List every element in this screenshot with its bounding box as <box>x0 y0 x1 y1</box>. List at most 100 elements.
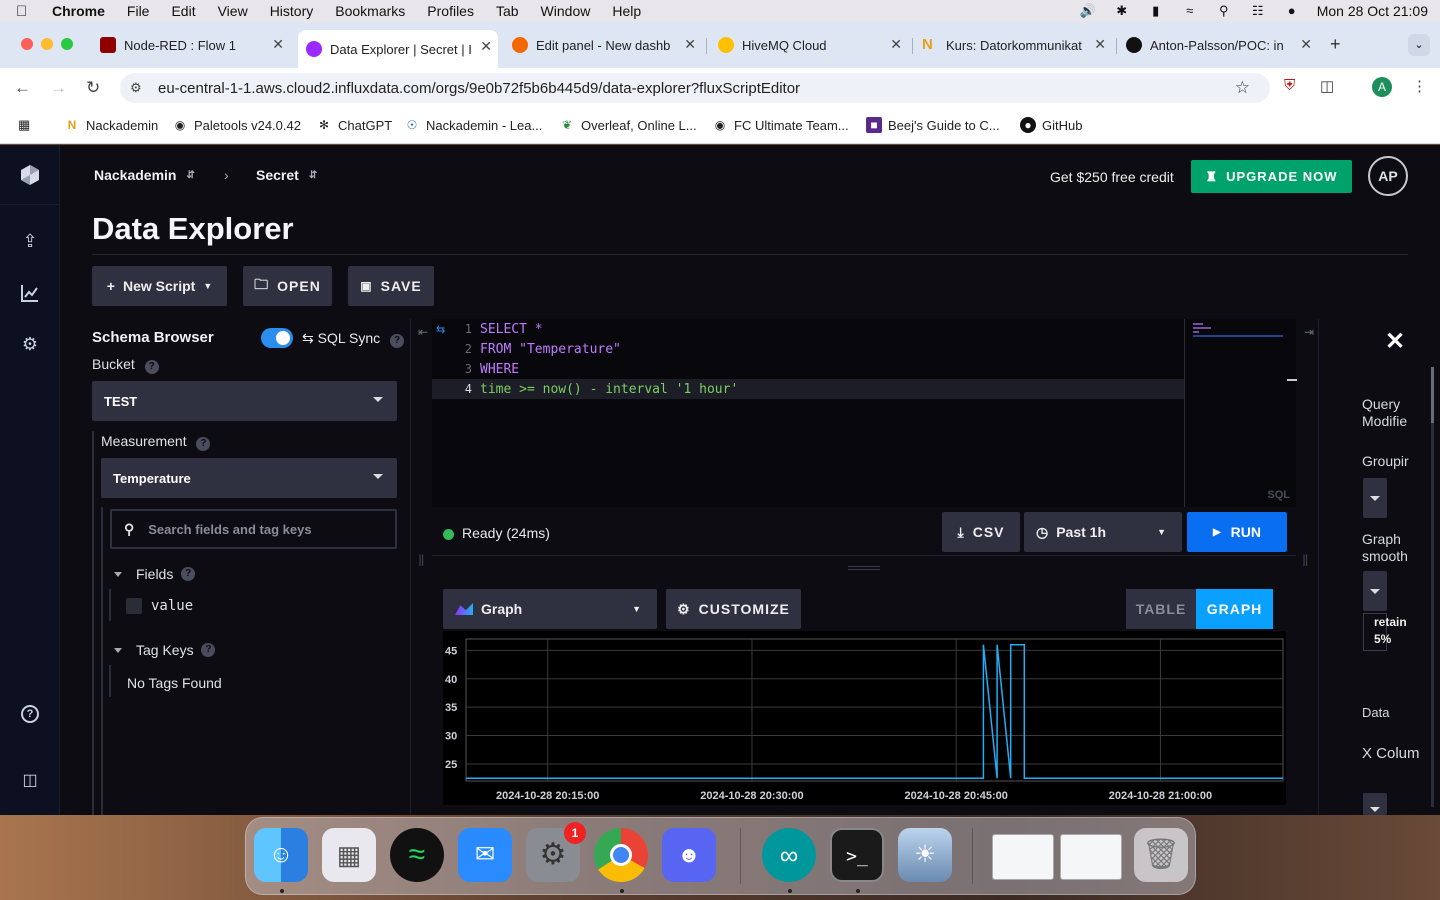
viz-type-dropdown[interactable]: Graph ▼ <box>443 589 657 629</box>
settings-gear-icon[interactable]: ⚙ <box>18 332 42 356</box>
site-info-icon[interactable]: ⚙ <box>130 80 152 96</box>
time-range-dropdown[interactable]: ◷ Past 1h ▼ <box>1024 512 1182 552</box>
menu-app-name[interactable]: Chrome <box>52 3 105 19</box>
spotlight-search-icon[interactable]: ⚲ <box>1215 4 1233 17</box>
mail-icon[interactable]: ✉ <box>458 828 512 882</box>
influx-logo-icon[interactable] <box>18 163 42 187</box>
code-line-4[interactable]: time >= now() - interval '1 hour' <box>480 382 738 397</box>
sql-editor[interactable]: ⇆ 1 2 3 4 SELECT * FROM "Temperature" WH… <box>432 319 1297 507</box>
chrome-menu-icon[interactable]: ⋮ <box>1412 77 1427 95</box>
back-arrow-icon[interactable]: ← <box>14 78 31 98</box>
menu-edit[interactable]: Edit <box>171 3 195 19</box>
load-data-upload-icon[interactable]: ⇪ <box>18 229 42 253</box>
help-icon[interactable]: ? <box>21 705 39 723</box>
spotify-icon[interactable]: ≈ <box>390 828 444 882</box>
browser-tab-hivemq[interactable]: HiveMQ Cloud ✕ <box>710 30 908 60</box>
menu-help[interactable]: Help <box>612 3 641 19</box>
smoothing-dropdown[interactable] <box>1363 571 1387 611</box>
battery-icon[interactable]: ▮ <box>1147 4 1165 17</box>
resize-handle-icon[interactable]: ‖ <box>418 553 425 571</box>
resize-handle-icon[interactable]: ‖ <box>1302 553 1309 571</box>
menu-view[interactable]: View <box>218 3 248 19</box>
open-button[interactable]: 🗀 OPEN <box>243 266 332 306</box>
apps-grid-icon[interactable]: ▦ <box>18 117 30 133</box>
help-icon[interactable]: ? <box>390 334 405 348</box>
arduino-icon[interactable]: ∞ <box>762 828 816 882</box>
bookmark-fc-ultimate[interactable]: ◉ FC Ultimate Team... <box>712 117 849 133</box>
tab-close-icon[interactable]: ✕ <box>272 36 284 53</box>
menu-bookmarks[interactable]: Bookmarks <box>335 3 405 19</box>
preview-icon[interactable]: ☀ <box>898 828 952 882</box>
control-center-icon[interactable]: ☷ <box>1249 4 1267 17</box>
user-avatar[interactable]: AP <box>1368 156 1408 196</box>
browser-tab-grafana[interactable]: Edit panel - New dashb ✕ <box>504 30 702 60</box>
tab-close-icon[interactable]: ✕ <box>1300 36 1312 53</box>
help-icon[interactable]: ? <box>196 437 211 451</box>
menu-window[interactable]: Window <box>541 3 591 19</box>
bookmark-chatgpt[interactable]: ✻ ChatGPT <box>316 117 392 133</box>
terminal-icon[interactable]: >_ <box>830 828 884 882</box>
forward-arrow-icon[interactable]: → <box>50 78 67 98</box>
bluetooth-icon[interactable]: ✱ <box>1113 4 1131 17</box>
code-line-1[interactable]: SELECT * <box>480 322 543 337</box>
browser-tab-data-explorer[interactable]: Data Explorer | Secret | I ✕ <box>298 30 498 68</box>
close-window-button[interactable] <box>21 38 33 50</box>
bucket-switcher[interactable]: Secret ⇵ <box>256 167 317 183</box>
bookmark-github[interactable]: ● GitHub <box>1020 117 1082 133</box>
schema-search-input[interactable]: ⚲ Search fields and tag keys <box>110 509 397 549</box>
menu-history[interactable]: History <box>270 3 314 19</box>
menubar-clock[interactable]: Mon 28 Oct 21:09 <box>1317 3 1428 19</box>
launchpad-icon[interactable]: ▦ <box>322 828 376 882</box>
volume-icon[interactable]: 🔊 <box>1079 4 1097 17</box>
code-line-3[interactable]: WHERE <box>480 362 519 377</box>
bookmark-overleaf[interactable]: ❦ Overleaf, Online L... <box>559 117 697 133</box>
tab-close-icon[interactable]: ✕ <box>1094 36 1106 53</box>
bucket-dropdown[interactable]: TEST <box>92 381 397 421</box>
help-icon[interactable]: ? <box>181 567 196 581</box>
address-bar[interactable]: ⚙ eu-central-1-1.aws.cloud2.influxdata.c… <box>120 73 1270 103</box>
url-text[interactable]: eu-central-1-1.aws.cloud2.influxdata.com… <box>158 80 800 97</box>
zoom-window-button[interactable] <box>61 38 73 50</box>
window-thumbnail-2[interactable] <box>1060 834 1122 880</box>
browser-tab-node-red[interactable]: Node-RED : Flow 1 ✕ <box>92 30 290 60</box>
graph-view-tab[interactable]: GRAPH <box>1196 589 1273 629</box>
csv-download-button[interactable]: ⤓ CSV <box>942 512 1020 552</box>
new-script-button[interactable]: + New Script ▼ <box>92 266 227 306</box>
bookmark-nackademin[interactable]: N Nackademin <box>64 117 159 133</box>
siri-icon[interactable]: ● <box>1283 4 1301 17</box>
tab-close-icon[interactable]: ✕ <box>480 38 492 55</box>
data-explorer-graph-icon[interactable] <box>20 283 40 303</box>
x-column-dropdown[interactable] <box>1363 793 1387 815</box>
grouping-dropdown[interactable] <box>1363 478 1387 518</box>
menu-tab[interactable]: Tab <box>496 3 519 19</box>
collapse-right-icon[interactable]: ⇥ <box>1304 325 1314 339</box>
chrome-icon[interactable] <box>594 828 648 882</box>
customize-button[interactable]: ⚙ CUSTOMIZE <box>666 589 801 629</box>
help-icon[interactable]: ? <box>144 360 159 374</box>
code-line-2[interactable]: FROM "Temperature" <box>480 342 621 357</box>
help-icon[interactable]: ? <box>201 643 216 657</box>
bookmark-star-icon[interactable]: ☆ <box>1235 78 1250 98</box>
org-switcher[interactable]: Nackademin ⇵ <box>94 167 195 183</box>
sql-sync-toggle[interactable] <box>261 328 293 348</box>
minimize-window-button[interactable] <box>41 38 53 50</box>
collapse-nav-icon[interactable]: ◫ <box>18 769 42 793</box>
tag-keys-tree-node[interactable]: Tag Keys ? <box>114 642 216 658</box>
trash-icon[interactable]: 🗑 <box>1134 828 1188 882</box>
table-view-tab[interactable]: TABLE <box>1126 589 1196 629</box>
bookmark-beej[interactable]: ■ Beej's Guide to C... <box>866 117 1000 133</box>
fields-tree-node[interactable]: Fields ? <box>114 566 196 582</box>
menu-file[interactable]: File <box>127 3 150 19</box>
upgrade-now-button[interactable]: ♜ UPGRADE NOW <box>1191 160 1352 193</box>
bookmark-nackademin-learn[interactable]: ☉ Nackademin - Lea... <box>404 117 543 133</box>
tab-close-icon[interactable]: ✕ <box>684 36 696 53</box>
new-tab-button[interactable]: + <box>1330 34 1341 55</box>
field-value-checkbox[interactable] <box>126 598 142 614</box>
menu-profiles[interactable]: Profiles <box>427 3 474 19</box>
field-value-label[interactable]: value <box>151 598 193 614</box>
profile-avatar[interactable]: A <box>1372 77 1392 97</box>
browser-tab-kurs[interactable]: N Kurs: Datorkommunikat ✕ <box>914 30 1112 60</box>
collapse-left-icon[interactable]: ⇤ <box>418 325 428 339</box>
close-panel-icon[interactable]: ✕ <box>1385 327 1405 356</box>
tab-close-icon[interactable]: ✕ <box>890 36 902 53</box>
